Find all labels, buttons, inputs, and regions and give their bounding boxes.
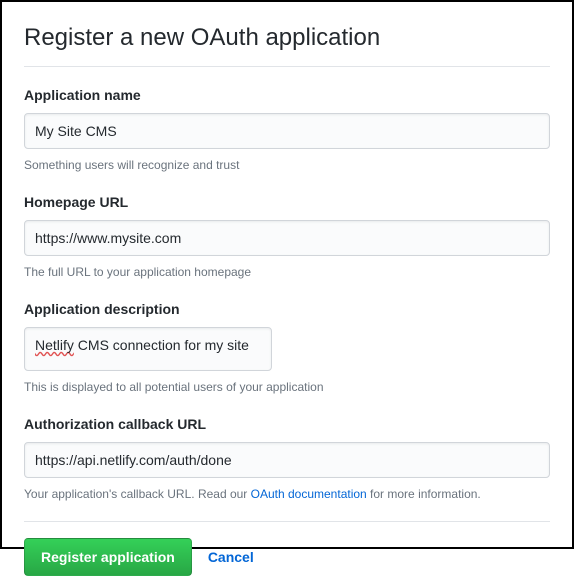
cancel-button[interactable]: Cancel — [208, 549, 254, 565]
callback-url-help: Your application's callback URL. Read ou… — [24, 485, 550, 503]
field-homepage-url: Homepage URL The full URL to your applic… — [24, 192, 550, 281]
app-name-help: Something users will recognize and trust — [24, 156, 550, 174]
oauth-register-form: Register a new OAuth application Applica… — [0, 0, 574, 549]
callback-help-prefix: Your application's callback URL. Read ou… — [24, 487, 251, 501]
callback-url-label: Authorization callback URL — [24, 414, 550, 435]
description-word-spellerror: Netlify — [35, 337, 74, 353]
description-label: Application description — [24, 299, 550, 320]
field-description: Application description Netlify CMS conn… — [24, 299, 550, 396]
description-rest: CMS connection for my site — [74, 337, 249, 353]
register-application-button[interactable]: Register application — [24, 538, 192, 576]
callback-help-suffix: for more information. — [367, 487, 481, 501]
description-help: This is displayed to all potential users… — [24, 378, 550, 396]
homepage-url-input[interactable] — [24, 220, 550, 256]
page-title: Register a new OAuth application — [24, 20, 550, 67]
divider — [24, 521, 550, 522]
field-callback-url: Authorization callback URL Your applicat… — [24, 414, 550, 503]
app-name-input[interactable] — [24, 113, 550, 149]
homepage-url-label: Homepage URL — [24, 192, 550, 213]
form-actions: Register application Cancel — [24, 538, 550, 576]
field-app-name: Application name Something users will re… — [24, 85, 550, 174]
callback-url-input[interactable] — [24, 442, 550, 478]
oauth-docs-link[interactable]: OAuth documentation — [251, 487, 367, 501]
app-name-label: Application name — [24, 85, 550, 106]
description-textarea[interactable]: Netlify CMS connection for my site — [24, 327, 272, 371]
homepage-url-help: The full URL to your application homepag… — [24, 263, 550, 281]
